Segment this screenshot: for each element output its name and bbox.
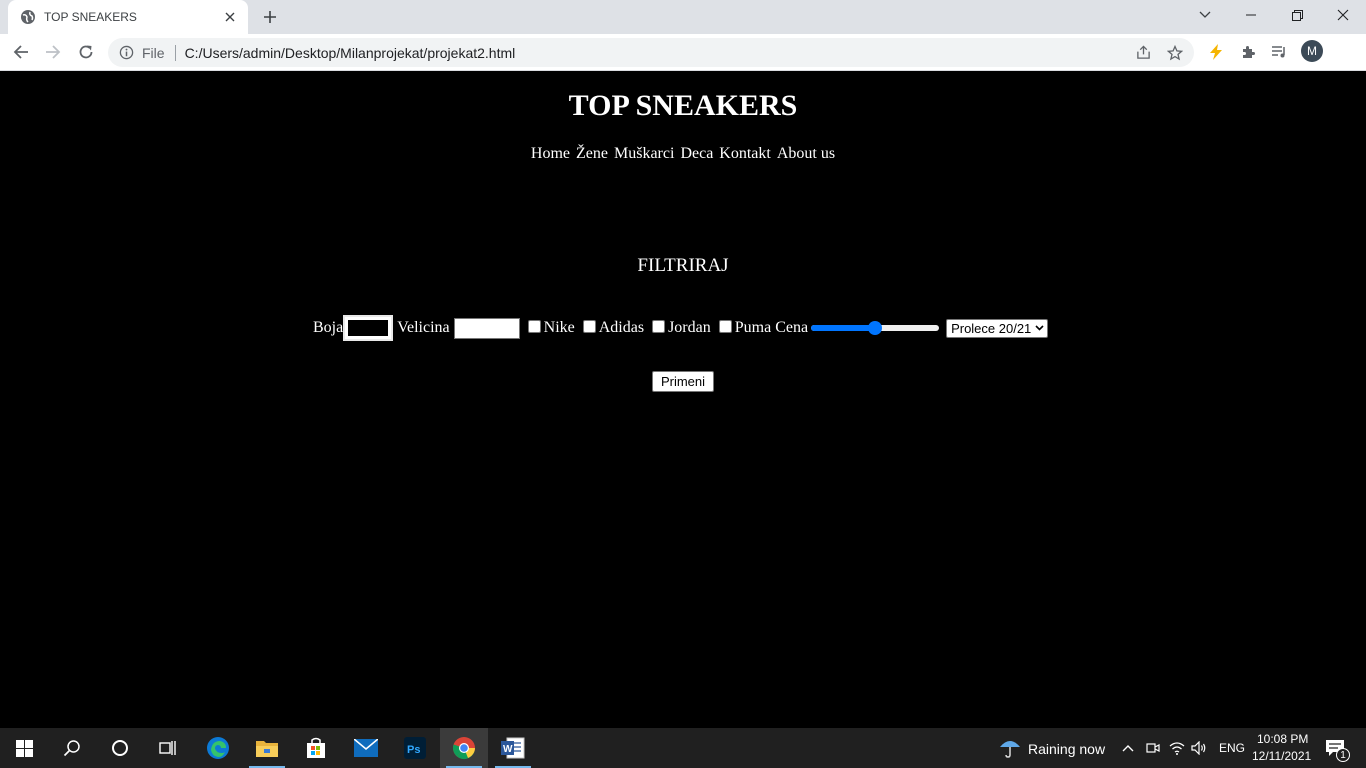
chevron-up-icon[interactable] [1118, 738, 1138, 758]
task-view-icon[interactable] [144, 728, 192, 768]
wifi-icon[interactable] [1167, 738, 1187, 758]
weather-text[interactable]: Raining now [1028, 741, 1105, 757]
nav-link-kontakt[interactable]: Kontakt [719, 145, 771, 162]
store-icon[interactable] [292, 728, 340, 768]
color-label: Boja [313, 319, 344, 336]
bookmark-star-icon[interactable] [1161, 38, 1189, 67]
svg-text:W: W [503, 744, 513, 755]
nike-checkbox[interactable] [527, 319, 541, 333]
chevron-down-icon [1035, 325, 1044, 331]
photoshop-icon[interactable]: Ps [391, 728, 439, 768]
browser-tab[interactable]: TOP SNEAKERS [8, 0, 248, 34]
nav-link-home[interactable]: Home [531, 145, 570, 162]
site-info-icon[interactable] [118, 45, 134, 61]
page-title: TOP SNEAKERS [568, 89, 798, 122]
puma-checkbox[interactable] [718, 319, 732, 333]
adidas-label: Adidas [598, 319, 645, 336]
price-label: Cena [775, 319, 809, 336]
word-icon[interactable]: W [489, 728, 537, 768]
edge-icon[interactable] [194, 728, 242, 768]
mail-icon[interactable] [342, 728, 390, 768]
volume-icon[interactable] [1190, 738, 1210, 758]
url-scheme: File [142, 44, 165, 61]
forward-button[interactable] [39, 38, 67, 66]
share-icon[interactable] [1129, 38, 1157, 67]
notification-badge: 1 [1336, 748, 1350, 762]
adidas-checkbox[interactable] [582, 319, 596, 333]
url-text[interactable]: C:/Users/admin/Desktop/Milanprojekat/pro… [185, 45, 516, 61]
cortana-icon[interactable] [96, 728, 144, 768]
search-icon[interactable] [48, 728, 96, 768]
globe-icon [20, 9, 36, 25]
language-indicator[interactable]: ENG [1219, 741, 1245, 755]
url-separator [174, 44, 176, 61]
price-slider-fill [811, 325, 876, 331]
lightning-extension-icon[interactable] [1202, 38, 1230, 66]
reload-button[interactable] [72, 38, 100, 66]
tab-search-icon[interactable] [1182, 0, 1228, 30]
nike-label: Nike [543, 319, 575, 336]
color-swatch [348, 320, 389, 336]
puma-label: Puma [734, 319, 772, 336]
price-slider-thumb[interactable] [868, 321, 883, 335]
season-select-value: Prolece 20/21 [951, 320, 1032, 336]
page-content: TOP SNEAKERS Home Žene Muškarci Deca Kon… [0, 71, 1366, 728]
chrome-icon[interactable] [440, 728, 488, 768]
price-slider[interactable] [811, 320, 940, 336]
minimize-button[interactable] [1228, 0, 1274, 30]
extensions-icon[interactable] [1234, 38, 1262, 66]
profile-avatar[interactable]: M [1301, 40, 1323, 62]
close-window-button[interactable] [1320, 0, 1366, 30]
season-select[interactable]: Prolece 20/21 [946, 318, 1049, 338]
media-queue-icon[interactable] [1265, 38, 1293, 66]
nav-link-muskarci[interactable]: Muškarci [614, 145, 674, 162]
color-picker[interactable] [343, 315, 394, 341]
size-label: Velicina [397, 319, 450, 336]
new-tab-button[interactable] [258, 5, 282, 29]
jordan-label: Jordan [668, 319, 711, 336]
restore-button[interactable] [1274, 0, 1320, 30]
nav-link-about-us[interactable]: About us [777, 145, 835, 162]
back-button[interactable] [7, 38, 35, 66]
browser-toolbar: File C:/Users/admin/Desktop/Milanprojeka… [0, 34, 1366, 94]
address-bar[interactable]: File C:/Users/admin/Desktop/Milanprojeka… [108, 38, 1194, 67]
main-nav: Home Žene Muškarci Deca Kontakt About us [0, 145, 1366, 163]
filter-heading: FILTRIRAJ [637, 255, 729, 276]
nav-link-deca[interactable]: Deca [680, 145, 713, 162]
umbrella-weather-icon[interactable] [998, 736, 1022, 760]
nav-link-zene[interactable]: Žene [576, 145, 608, 162]
clock-time[interactable]: 10:08 PM [1257, 732, 1308, 746]
windows-taskbar: Ps W Raining now ENG 10:08 PM 12/11/2021… [0, 728, 1366, 768]
file-explorer-icon[interactable] [243, 728, 291, 768]
tab-strip: TOP SNEAKERS [0, 0, 1366, 34]
size-input[interactable] [453, 317, 520, 339]
start-icon[interactable] [0, 728, 48, 768]
filter-form: Boja Velicina Nike Adidas Jordan Puma Ce… [313, 315, 1049, 341]
svg-text:Ps: Ps [407, 744, 420, 756]
clock-date[interactable]: 12/11/2021 [1252, 749, 1311, 763]
meet-now-icon[interactable] [1143, 738, 1163, 758]
close-tab-icon[interactable] [222, 9, 238, 25]
tab-title: TOP SNEAKERS [44, 10, 137, 24]
jordan-checkbox[interactable] [652, 319, 666, 333]
apply-button[interactable]: Primeni [652, 371, 714, 392]
